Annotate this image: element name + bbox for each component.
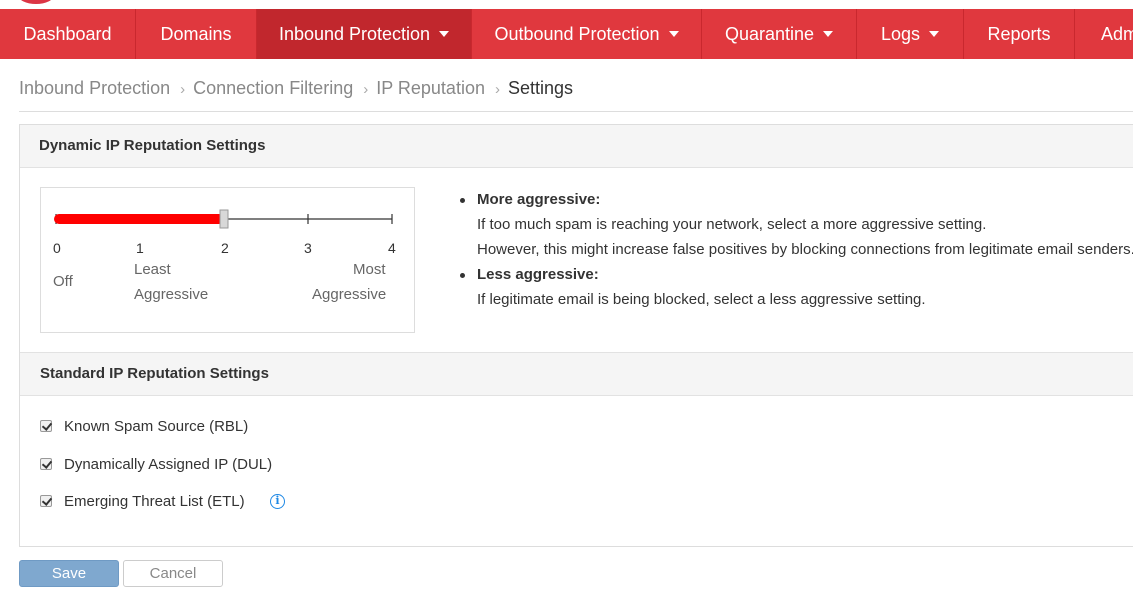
breadcrumb-link[interactable]: IP Reputation xyxy=(376,78,485,99)
slider-tick-label: 3 xyxy=(304,240,312,256)
more-aggressive-title: More aggressive: xyxy=(477,191,601,208)
breadcrumb-current: Settings xyxy=(507,78,574,98)
nav-inbound-protection[interactable]: Inbound Protection xyxy=(257,9,472,59)
slider-fill xyxy=(54,214,224,224)
nav-label: Logs xyxy=(880,24,921,44)
slider-tick-label: 4 xyxy=(388,240,396,256)
bullet-dot xyxy=(460,198,465,203)
dul-checkbox[interactable] xyxy=(40,458,52,470)
breadcrumb-divider xyxy=(19,111,1133,112)
etl-label: Emerging Threat List (ETL) xyxy=(64,493,245,510)
info-icon[interactable]: i xyxy=(270,494,285,509)
nav-logs[interactable]: Logs xyxy=(857,9,964,59)
nav-domains[interactable]: Domains xyxy=(136,9,257,59)
less-aggressive-title: Less aggressive: xyxy=(477,266,599,283)
caret-down-icon xyxy=(823,31,834,38)
breadcrumb-separator: › xyxy=(494,81,500,98)
breadcrumb-link[interactable]: Inbound Protection xyxy=(19,78,170,99)
nav-reports[interactable]: Reports xyxy=(964,9,1075,59)
less-aggressive-text: If legitimate email is being blocked, se… xyxy=(477,291,926,308)
caret-down-icon xyxy=(668,31,679,38)
nav-label: Domains xyxy=(160,24,232,44)
slider-label-most: Aggressive xyxy=(312,286,387,303)
breadcrumb-separator: › xyxy=(180,81,186,98)
slider-tick-label: 2 xyxy=(221,240,229,256)
caret-down-icon xyxy=(929,31,940,38)
top-strip xyxy=(0,0,1133,9)
nav-dashboard[interactable]: Dashboard xyxy=(0,9,136,59)
nav-label: Dashboard xyxy=(23,24,112,44)
aggressiveness-slider-box: 0 1 2 3 4 Off Least Aggressive Most Aggr… xyxy=(40,187,415,333)
rbl-checkbox[interactable] xyxy=(40,420,52,432)
nav-admin[interactable]: Adm xyxy=(1075,9,1133,59)
nav-outbound-protection[interactable]: Outbound Protection xyxy=(472,9,702,59)
nav-label: Quarantine xyxy=(724,24,815,44)
breadcrumb-link[interactable]: Connection Filtering xyxy=(193,78,353,99)
dynamic-section-title: Dynamic IP Reputation Settings xyxy=(20,125,1133,168)
nav-quarantine[interactable]: Quarantine xyxy=(702,9,857,59)
bullet-dot xyxy=(460,273,465,278)
standard-section-title: Standard IP Reputation Settings xyxy=(20,352,1133,396)
dul-label: Dynamically Assigned IP (DUL) xyxy=(64,456,273,473)
rbl-label: Known Spam Source (RBL) xyxy=(64,418,249,435)
main-nav: Dashboard Domains Inbound Protection Out… xyxy=(0,9,1133,59)
slider-label-off: Off xyxy=(53,273,73,290)
nav-label: Reports xyxy=(987,24,1051,44)
breadcrumb: Inbound Protection › Connection Filtering ›… xyxy=(19,78,573,104)
more-aggressive-text: However, this might increase false posit… xyxy=(477,241,1133,258)
settings-panel: Dynamic IP Reputation Settings 0 1 2 3 4… xyxy=(19,124,1133,547)
breadcrumb-separator: › xyxy=(363,81,369,98)
slider-label-least: Aggressive xyxy=(134,286,209,303)
more-aggressive-text: If too much spam is reaching your networ… xyxy=(477,216,987,233)
slider-label-least: Least xyxy=(134,261,171,278)
slider-tick-label: 0 xyxy=(53,240,61,256)
slider-label-most: Most xyxy=(353,261,386,278)
slider-handle[interactable] xyxy=(219,209,229,229)
logo-arc xyxy=(18,0,54,4)
nav-label: Inbound Protection xyxy=(278,24,431,44)
save-button[interactable]: Save xyxy=(19,560,119,587)
slider-tick-label: 1 xyxy=(136,240,144,256)
caret-down-icon xyxy=(439,31,450,38)
nav-label: Outbound Protection xyxy=(494,24,660,44)
etl-checkbox[interactable] xyxy=(40,495,52,507)
cancel-button[interactable]: Cancel xyxy=(123,560,223,587)
nav-label: Adm xyxy=(1101,24,1133,44)
